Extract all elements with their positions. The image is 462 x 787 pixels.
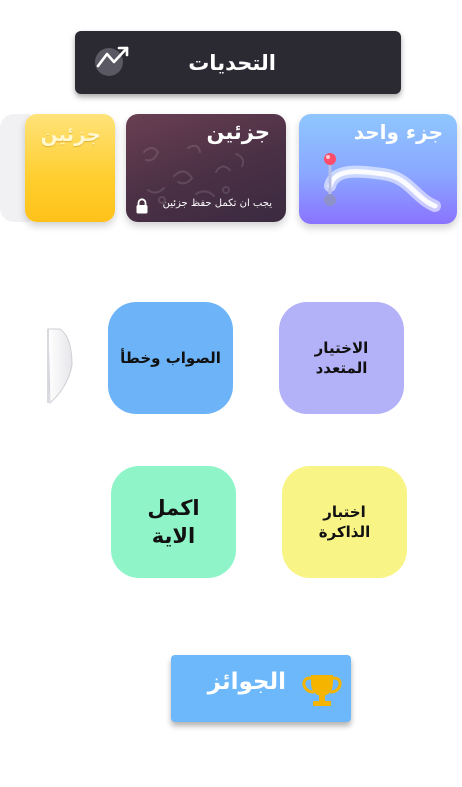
- complete-verse-mode-button[interactable]: اكمل الاية: [111, 466, 236, 578]
- awards-label: الجوائز: [207, 669, 286, 695]
- multiple-choice-mode-button[interactable]: الاختيار المتعدد: [279, 302, 404, 414]
- level-card-title: جزئين: [206, 120, 270, 144]
- level-card-two-parts-locked[interactable]: جزئين يجب ان تكمل حفظ جزئين: [126, 114, 286, 222]
- memory-test-label: اختبار الذاكرة: [318, 502, 371, 541]
- challenges-header: التحديات: [75, 31, 401, 94]
- level-card-title: جزء واحد: [353, 120, 443, 144]
- trend-chart-icon[interactable]: [94, 44, 132, 78]
- page-curl-decoration: [47, 328, 73, 405]
- lock-requirement-text: يجب ان تكمل حفظ جزئين: [162, 198, 272, 209]
- level-card-two-parts-yellow[interactable]: جزئين: [25, 114, 115, 222]
- true-false-label: الصواب وخطأ: [120, 348, 221, 367]
- true-false-mode-button[interactable]: الصواب وخطأ: [108, 302, 233, 414]
- level-card-title: جزئين: [40, 122, 101, 146]
- trophy-icon: [302, 675, 342, 706]
- lock-icon: [136, 198, 148, 214]
- page-title: التحديات: [188, 51, 276, 75]
- complete-verse-label: اكمل الاية: [147, 495, 200, 548]
- multiple-choice-label: الاختيار المتعدد: [314, 338, 369, 377]
- awards-button[interactable]: الجوائز: [171, 655, 351, 722]
- level-card-one-part[interactable]: جزء واحد: [299, 114, 457, 224]
- memory-test-mode-button[interactable]: اختبار الذاكرة: [282, 466, 407, 578]
